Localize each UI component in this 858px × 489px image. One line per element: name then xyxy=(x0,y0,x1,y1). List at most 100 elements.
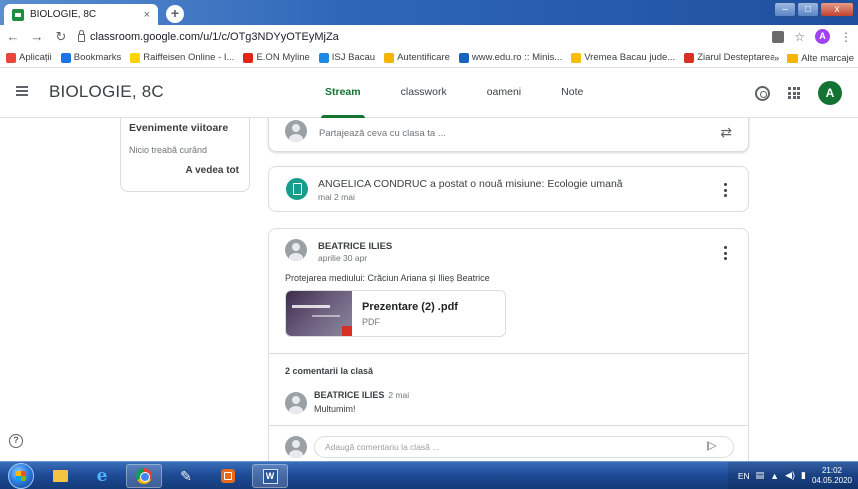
close-window-button[interactable]: x xyxy=(820,2,854,17)
google-apps-icon[interactable] xyxy=(788,87,800,99)
forward-arrow-icon[interactable]: → xyxy=(30,29,44,44)
other-bookmarks-folder[interactable]: Alte marcaje xyxy=(787,53,854,64)
reload-icon[interactable]: ↻ xyxy=(54,29,68,45)
comment-author: BEATRICE ILIES 2 mai xyxy=(314,390,409,400)
show-hidden-icons-icon[interactable]: ▲ xyxy=(770,471,779,481)
bookmark-item[interactable]: Bookmarks xyxy=(60,52,122,63)
bookmark-item[interactable]: Raiffeisen Online - I... xyxy=(130,52,234,63)
bookmark-favicon-icon xyxy=(6,52,16,63)
taskbar-explorer[interactable] xyxy=(42,464,78,488)
more-options-icon[interactable] xyxy=(724,183,728,197)
settings-gear-icon[interactable] xyxy=(755,85,770,101)
start-button[interactable] xyxy=(8,463,34,489)
bookmark-item[interactable]: Vremea Bacau jude... xyxy=(571,52,675,63)
bookmark-star-icon[interactable]: ☆ xyxy=(794,30,805,44)
bookmark-label: ISJ Bacau xyxy=(331,52,376,63)
tab-grades[interactable]: Note xyxy=(541,68,603,118)
maximize-button[interactable]: □ xyxy=(797,2,819,17)
class-comments: 2 comentarii la clasă BEATRICE ILIES 2 ma… xyxy=(269,353,748,425)
browser-menu-icon[interactable]: ⋮ xyxy=(840,30,852,44)
bookmark-item[interactable]: Aplicații xyxy=(6,52,52,63)
user-avatar[interactable]: A xyxy=(818,81,842,105)
classroom-favicon-icon xyxy=(12,8,24,21)
class-title[interactable]: BIOLOGIE, 8C xyxy=(49,82,164,102)
more-options-icon[interactable] xyxy=(724,246,728,260)
upcoming-title: Evenimente viitoare xyxy=(129,122,229,134)
bookmarks-overflow-area: » Alte marcaje xyxy=(773,48,858,67)
view-all-link[interactable]: A vedea tot xyxy=(121,165,249,176)
tab-classwork[interactable]: classwork xyxy=(381,68,467,118)
tab-people[interactable]: oameni xyxy=(467,68,541,118)
post-text: Protejarea mediului: Crăciun Ariana și I… xyxy=(285,273,490,283)
bookmark-label: www.edu.ro :: Minis... xyxy=(471,52,563,63)
send-icon[interactable] xyxy=(707,441,717,451)
bookmark-favicon-icon xyxy=(318,52,329,63)
new-tab-button[interactable]: + xyxy=(166,5,184,23)
comments-count-link[interactable]: 2 comentarii la clasă xyxy=(285,366,373,376)
assignment-date: mai 2 mai xyxy=(318,192,355,202)
bookmark-item[interactable]: ISJ Bacau xyxy=(318,52,376,63)
upcoming-panel: Evenimente viitoare Nicio treabă curând … xyxy=(120,118,250,192)
url-text: classroom.google.com/u/1/c/OTg3NDYyOTEyM… xyxy=(90,30,339,43)
main-menu-icon[interactable] xyxy=(16,86,28,96)
bookmark-label: Bookmarks xyxy=(73,52,122,63)
lock-icon xyxy=(78,30,85,42)
taskbar-ie[interactable]: e xyxy=(84,464,120,488)
back-arrow-icon[interactable]: ← xyxy=(6,29,20,44)
bookmarks-bar: Aplicații Bookmarks Raiffeisen Online - I.… xyxy=(0,48,858,68)
word-icon: W xyxy=(262,468,278,484)
clock[interactable]: 21:02 04.05.2020 xyxy=(812,466,852,486)
minimize-button[interactable]: – xyxy=(774,2,796,17)
stream-content: Evenimente viitoare Nicio treabă curând … xyxy=(0,118,858,461)
taskbar-media[interactable] xyxy=(210,464,246,488)
help-icon[interactable]: ? xyxy=(9,434,23,448)
taskbar-word[interactable]: W xyxy=(252,464,288,488)
translate-extension-icon[interactable] xyxy=(772,30,785,43)
post-card: BEATRICE ILIES aprilie 30 apr Protejarea… xyxy=(268,228,749,461)
other-bookmarks-label: Alte marcaje xyxy=(801,52,854,64)
bookmark-item[interactable]: www.edu.ro :: Minis... xyxy=(458,52,563,63)
pdf-attachment[interactable]: Prezentare (2) .pdf PDF xyxy=(285,290,506,337)
clock-time: 21:02 xyxy=(821,465,842,475)
tab-title: BIOLOGIE, 8C xyxy=(30,9,97,20)
repost-icon[interactable]: ⇄ xyxy=(720,124,732,141)
attachment-thumbnail xyxy=(286,291,352,336)
assignment-icon xyxy=(286,178,308,200)
bookmark-item[interactable]: E.ON Myline xyxy=(243,52,310,63)
assignment-card[interactable]: ANGELICA CONDRUC a postat o nouă misiune… xyxy=(268,166,749,212)
media-player-icon xyxy=(221,469,235,483)
browser-tab[interactable]: BIOLOGIE, 8C × xyxy=(4,4,158,25)
browser-profile-avatar[interactable]: A xyxy=(815,29,830,44)
comment-placeholder: Adaugă comentariu la clasă ... xyxy=(325,442,440,452)
url-field[interactable]: classroom.google.com/u/1/c/OTg3NDYyOTEyM… xyxy=(78,30,762,43)
bookmark-favicon-icon xyxy=(384,52,395,63)
comment-author-name: BEATRICE ILIES xyxy=(314,390,385,400)
share-box[interactable]: Partajează ceva cu clasa ta ... ⇄ xyxy=(268,118,749,152)
folder-icon xyxy=(787,53,799,63)
comment-input[interactable]: Adaugă comentariu la clasă ... xyxy=(314,436,734,458)
bookmark-item[interactable]: Autentificare xyxy=(384,52,450,63)
windows-taskbar: e ✎ W EN ▤ ▲ ◀) ▮ 21:02 04.05.2020 xyxy=(0,461,858,489)
bookmarks-overflow-button[interactable]: » xyxy=(774,53,779,64)
browser-tab-strip: BIOLOGIE, 8C × + – □ x xyxy=(0,0,858,25)
chrome-icon xyxy=(136,468,152,484)
tab-close-icon[interactable]: × xyxy=(144,9,150,21)
clock-date: 04.05.2020 xyxy=(811,475,852,485)
pdf-icon xyxy=(342,326,352,336)
taskbar-tool[interactable]: ✎ xyxy=(168,464,204,488)
comment-date: 2 mai xyxy=(388,390,410,400)
assignment-title[interactable]: ANGELICA CONDRUC a postat o nouă misiune… xyxy=(318,178,623,190)
keyboard-icon[interactable]: ▤ xyxy=(756,470,765,481)
tab-stream[interactable]: Stream xyxy=(305,68,381,118)
bookmark-favicon-icon xyxy=(458,52,469,63)
network-icon[interactable]: ▮ xyxy=(801,470,806,481)
language-indicator[interactable]: EN xyxy=(738,471,750,481)
bookmark-label: Autentificare xyxy=(397,52,450,63)
attachment-type: PDF xyxy=(362,317,380,327)
volume-icon[interactable]: ◀) xyxy=(785,470,795,481)
thumbnail-title-line xyxy=(292,305,330,308)
bookmark-favicon-icon xyxy=(130,52,141,63)
bookmark-favicon-icon xyxy=(684,52,695,63)
bookmark-label: E.ON Myline xyxy=(256,52,310,63)
taskbar-chrome[interactable] xyxy=(126,464,162,488)
